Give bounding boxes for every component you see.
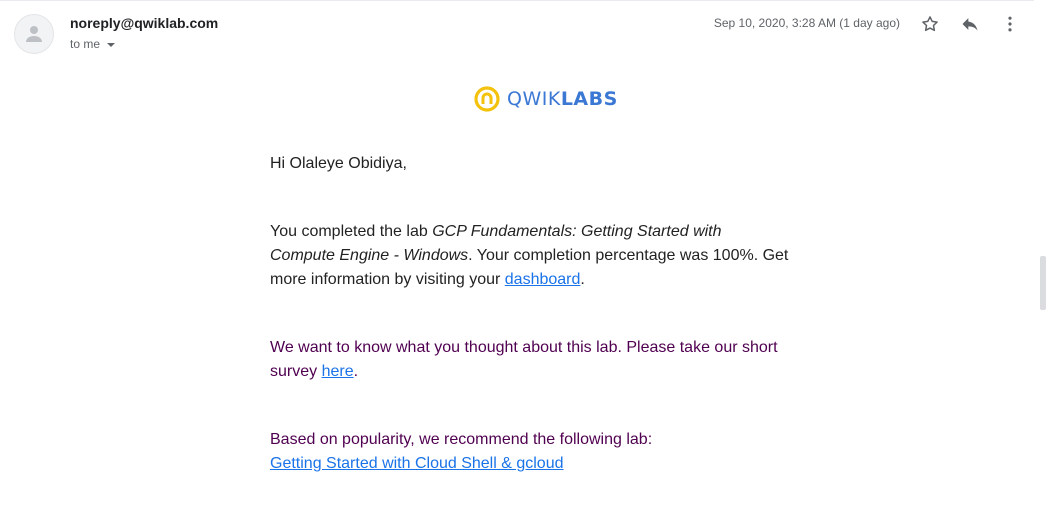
p1-prefix: You completed the lab xyxy=(270,223,433,240)
recommendation-paragraph: Based on popularity, we recommend the fo… xyxy=(270,428,790,476)
survey-paragraph: We want to know what you thought about t… xyxy=(270,336,790,384)
star-icon xyxy=(922,16,938,32)
p2-suffix: . xyxy=(353,363,359,380)
person-icon xyxy=(26,26,42,42)
qwiklabs-logo-icon xyxy=(474,86,500,112)
email-date: Sep 10, 2020, 3:28 AM (1 day ago) xyxy=(713,16,900,30)
star-button[interactable] xyxy=(918,12,942,36)
logo-text-qwik: QWIK xyxy=(507,88,561,110)
reply-button[interactable] xyxy=(958,12,982,36)
p3-text: Based on popularity, we recommend the fo… xyxy=(270,431,653,448)
logo-wordmark: QWIKLABS xyxy=(507,88,618,110)
recipient-label: to me xyxy=(70,37,101,51)
chevron-down-icon xyxy=(107,42,116,47)
sender-address[interactable]: noreply@qwiklab.com xyxy=(70,15,218,31)
more-options-button[interactable] xyxy=(998,12,1022,36)
p1-suffix: . xyxy=(580,271,585,288)
greeting: Hi Olaleye Obidiya, xyxy=(270,155,407,172)
header-divider xyxy=(0,0,1034,1)
recommended-lab-link[interactable]: Getting Started with Cloud Shell & gclou… xyxy=(270,455,564,472)
scrollbar-thumb[interactable] xyxy=(1040,256,1046,310)
more-vert-icon xyxy=(1008,16,1012,32)
completion-paragraph: You completed the lab GCP Fundamentals: … xyxy=(270,220,790,292)
survey-link[interactable]: here xyxy=(322,363,354,380)
logo-text-labs: LABS xyxy=(560,88,618,110)
dashboard-link[interactable]: dashboard xyxy=(505,271,581,288)
recipient-toggle[interactable]: to me xyxy=(70,37,116,51)
qwiklabs-logo: QWIKLABS xyxy=(474,86,618,112)
sender-avatar[interactable] xyxy=(14,14,54,54)
reply-icon xyxy=(962,18,978,31)
